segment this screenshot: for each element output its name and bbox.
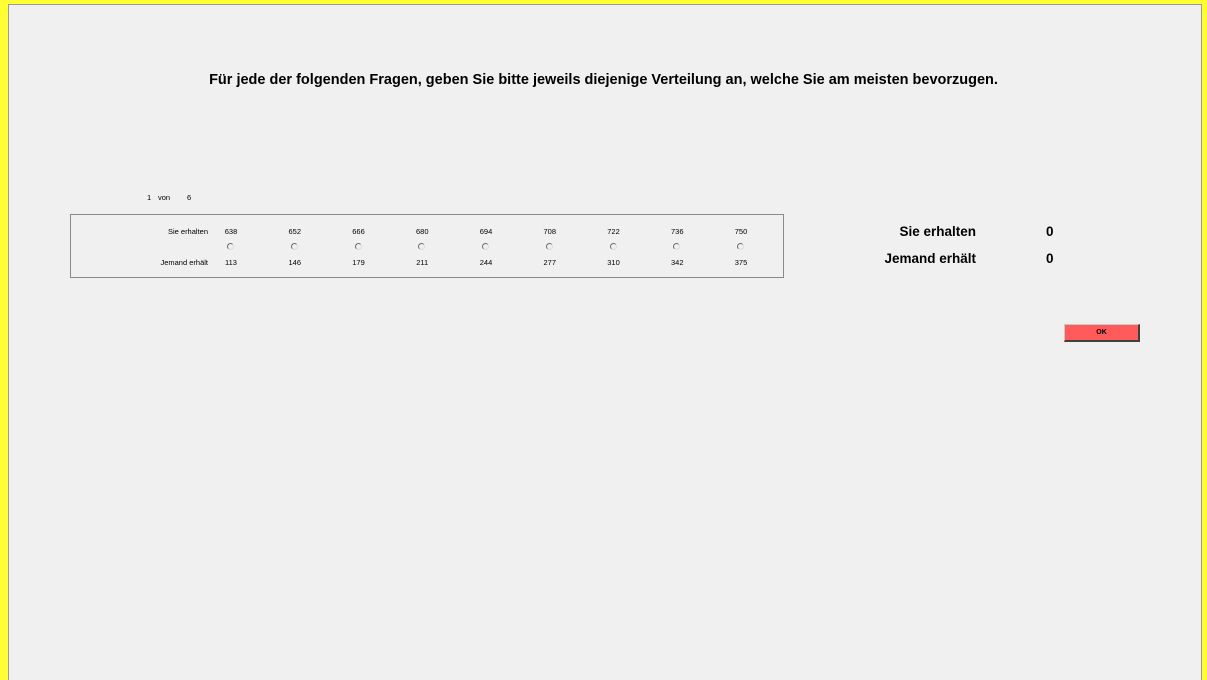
you-value-option-9: 750 bbox=[734, 227, 748, 236]
progress-separator: von bbox=[158, 193, 171, 202]
other-value-option-2: 146 bbox=[288, 258, 301, 267]
other-value-option-4: 211 bbox=[416, 258, 429, 267]
other-receives-row-label: Jemand erhält bbox=[160, 258, 208, 267]
window-border bbox=[8, 4, 1202, 680]
you-value-option-8: 736 bbox=[670, 227, 684, 236]
allocation-choice-panel: Sie erhalten Jemand erhält 638 113 652 146 6… bbox=[70, 214, 784, 278]
you-value-option-4: 680 bbox=[415, 227, 429, 236]
allocation-radio-1[interactable] bbox=[227, 243, 234, 250]
allocation-radio-3[interactable] bbox=[354, 243, 362, 250]
allocation-radio-4[interactable] bbox=[418, 243, 426, 250]
you-value-option-6: 708 bbox=[543, 227, 556, 236]
allocation-radio-5[interactable] bbox=[482, 243, 489, 250]
other-value-option-8: 342 bbox=[670, 258, 684, 267]
allocation-radio-7[interactable] bbox=[609, 243, 617, 250]
other-value-option-3: 179 bbox=[352, 258, 365, 267]
allocation-radio-8[interactable] bbox=[673, 243, 681, 250]
you-value-option-3: 666 bbox=[352, 227, 365, 236]
allocation-radio-6[interactable] bbox=[545, 243, 553, 250]
other-value-option-5: 244 bbox=[479, 258, 493, 267]
other-value-option-9: 375 bbox=[734, 258, 748, 267]
you-receive-row-label: Sie erhalten bbox=[167, 227, 208, 236]
other-value-option-7: 310 bbox=[607, 258, 620, 267]
allocation-radio-9[interactable] bbox=[737, 243, 744, 250]
you-value-option-2: 652 bbox=[288, 227, 301, 236]
summary-you-value: 0 bbox=[1046, 224, 1054, 239]
other-value-option-6: 277 bbox=[543, 258, 556, 267]
instruction-text: Für jede der folgenden Fragen, geben Sie… bbox=[209, 72, 998, 88]
allocation-radio-2[interactable] bbox=[290, 243, 298, 250]
progress-current: 1 bbox=[147, 193, 152, 202]
summary-other-value: 0 bbox=[1046, 251, 1054, 266]
you-value-option-7: 722 bbox=[607, 227, 620, 236]
you-value-option-5: 694 bbox=[479, 227, 493, 236]
summary-you-label: Sie erhalten bbox=[899, 224, 976, 239]
summary-other-label: Jemand erhält bbox=[884, 251, 976, 266]
ok-button[interactable]: OK bbox=[1064, 324, 1140, 342]
other-value-option-1: 113 bbox=[225, 258, 237, 267]
you-value-option-1: 638 bbox=[224, 227, 238, 236]
progress-total: 6 bbox=[187, 193, 192, 202]
